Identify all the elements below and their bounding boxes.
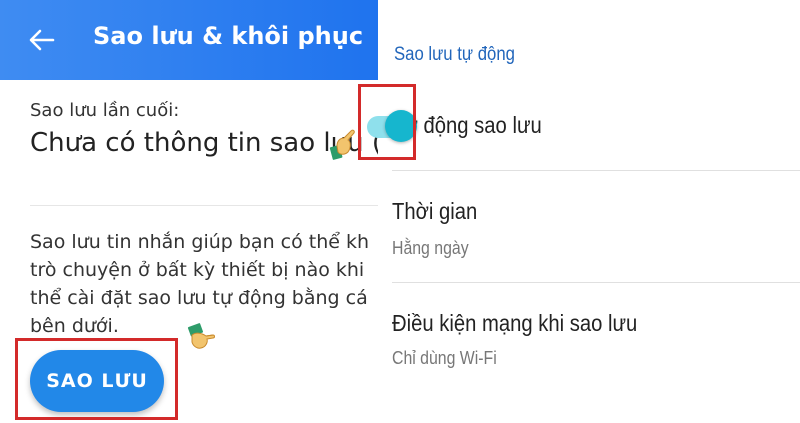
last-backup-label: Sao lưu lần cuối:	[30, 100, 180, 121]
divider	[30, 205, 378, 206]
network-condition-row[interactable]: Điều kiện mạng khi sao lưu Chỉ dùng Wi-F…	[382, 282, 800, 382]
backup-restore-screen: Sao lưu & khôi phục Sao lưu lần cuối: Ch…	[0, 0, 378, 423]
highlight-box	[15, 338, 178, 420]
description-line: trò chuyện ở bất kỳ thiết bị nào khi	[30, 259, 365, 281]
auto-backup-row[interactable]: Tự động sao lưu	[382, 100, 800, 170]
highlight-box	[358, 84, 416, 160]
time-row[interactable]: Thời gian Hằng ngày	[382, 170, 800, 282]
last-backup-value: Chưa có thông tin sao lưu (	[30, 128, 378, 158]
description-line: Sao lưu tin nhắn giúp bạn có thể kh	[30, 231, 370, 253]
back-button[interactable]	[20, 18, 64, 62]
time-value: Hằng ngày	[392, 238, 469, 258]
description-line: thể cài đặt sao lưu tự động bằng cá	[30, 287, 368, 309]
time-label: Thời gian	[392, 198, 478, 224]
arrow-left-icon	[29, 29, 55, 51]
app-bar: Sao lưu & khôi phục	[0, 0, 378, 80]
network-condition-value: Chỉ dùng Wi-Fi	[392, 348, 497, 368]
auto-backup-settings: Sao lưu tự động Tự động sao lưu Thời gia…	[382, 0, 800, 423]
pointing-hand-icon	[329, 129, 355, 160]
pointing-hand-icon	[187, 323, 215, 349]
page-title: Sao lưu & khôi phục	[93, 22, 364, 50]
section-title: Sao lưu tự động	[394, 44, 515, 65]
network-condition-label: Điều kiện mạng khi sao lưu	[392, 310, 638, 336]
